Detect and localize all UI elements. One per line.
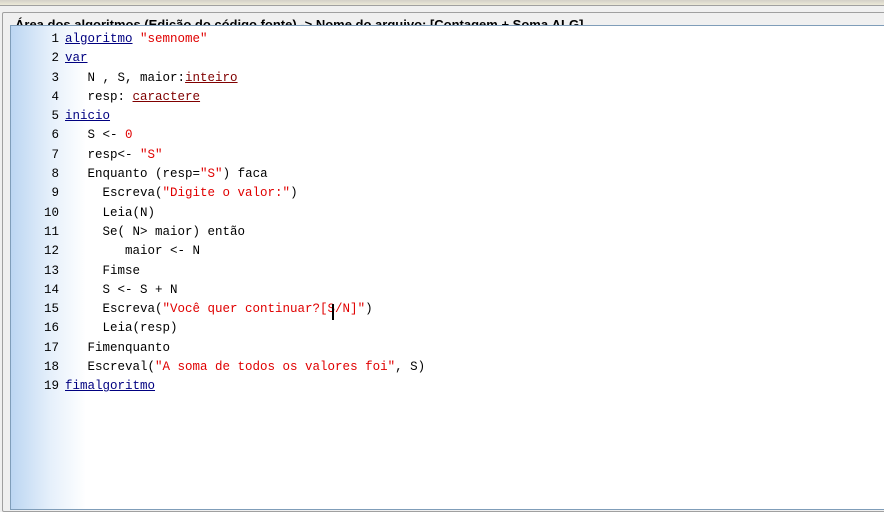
code-line[interactable]: 18 Escreval("A soma de todos os valores … <box>11 358 425 377</box>
line-number: 13 <box>43 263 59 278</box>
code-line[interactable]: 9 Escreva("Digite o valor:") <box>11 184 425 203</box>
code-token: Escreva( <box>102 186 163 201</box>
number-token: 0 <box>125 128 133 143</box>
code-token: Leia(resp) <box>102 321 178 336</box>
keyword-token: algoritmo <box>65 32 133 46</box>
string-token: "Digite o valor:" <box>162 186 291 201</box>
code-line[interactable]: 5 inicio <box>11 107 425 126</box>
code-lines: 1 algoritmo "semnome" 2 var 3 N , S, maior:i… <box>11 30 425 397</box>
code-line[interactable]: 6 S <- 0 <box>11 126 425 145</box>
code-line[interactable]: 17 Fimenquanto <box>11 339 425 358</box>
code-token: , S) <box>395 360 426 375</box>
string-token: "A soma de todos os valores foi" <box>155 360 396 375</box>
string-token: "S" <box>200 167 223 182</box>
text-caret <box>332 304 334 320</box>
line-number: 6 <box>51 128 59 143</box>
code-token: maior <- N <box>125 244 201 259</box>
line-number: 16 <box>43 321 59 336</box>
code-line[interactable]: 7 resp<- "S" <box>11 146 425 165</box>
line-number: 15 <box>43 302 59 317</box>
line-number: 10 <box>43 205 59 220</box>
code-line[interactable]: 2 var <box>11 49 425 68</box>
code-line[interactable]: 14 S <- S + N <box>11 281 425 300</box>
code-line[interactable]: 3 N , S, maior:inteiro <box>11 69 425 88</box>
line-number: 11 <box>43 224 59 239</box>
line-number: 18 <box>43 360 59 375</box>
code-token: Se( N> maior) então <box>102 224 246 239</box>
code-token: S <- S + N <box>102 282 178 297</box>
line-number: 5 <box>51 109 59 124</box>
code-line[interactable]: 19 fimalgoritmo <box>11 377 425 396</box>
code-line[interactable]: 15 Escreva("Você quer continuar?[S/N]") <box>11 300 425 319</box>
code-line[interactable]: 1 algoritmo "semnome" <box>11 30 425 49</box>
code-token: resp: <box>87 89 133 104</box>
line-number: 19 <box>43 379 59 394</box>
line-number: 1 <box>51 32 59 46</box>
code-line[interactable]: 12 maior <- N <box>11 242 425 261</box>
code-line[interactable]: 13 Fimse <box>11 262 425 281</box>
keyword-token: fimalgoritmo <box>65 379 156 394</box>
code-token: Fimenquanto <box>87 340 171 355</box>
code-token: Escreva( <box>102 302 163 317</box>
code-token: ) <box>365 302 373 317</box>
code-line[interactable]: 16 Leia(resp) <box>11 319 425 338</box>
type-token: caractere <box>132 89 201 104</box>
code-token: S <- <box>87 128 126 143</box>
line-number: 12 <box>43 244 59 259</box>
code-token: N , S, maior: <box>87 70 186 85</box>
code-token: ) faca <box>222 167 268 182</box>
line-number: 2 <box>51 51 59 66</box>
string-token: "Você quer continuar?[S/N]" <box>162 302 366 317</box>
code-line[interactable]: 8 Enquanto (resp="S") faca <box>11 165 425 184</box>
string-token: "semnome" <box>140 32 208 46</box>
code-token: Escreval( <box>87 360 156 375</box>
keyword-token: inicio <box>65 109 111 124</box>
window-top-strip <box>0 0 884 6</box>
type-token: inteiro <box>185 70 238 85</box>
code-token: ) <box>290 186 298 201</box>
line-number: 3 <box>51 70 59 85</box>
code-line[interactable]: 11 Se( N> maior) então <box>11 223 425 242</box>
line-number: 8 <box>51 167 59 182</box>
line-number: 7 <box>51 147 59 162</box>
line-number: 4 <box>51 89 59 104</box>
line-number: 14 <box>43 282 59 297</box>
string-token: "S" <box>140 147 163 162</box>
code-line[interactable]: 10 Leia(N) <box>11 204 425 223</box>
code-token: resp<- <box>87 147 141 162</box>
code-token: Fimse <box>102 263 141 278</box>
keyword-token: var <box>65 51 88 66</box>
line-number: 9 <box>51 186 59 201</box>
code-token: Enquanto (resp= <box>87 167 201 182</box>
code-editor[interactable]: 1 algoritmo "semnome" 2 var 3 N , S, maior:i… <box>10 25 884 510</box>
code-line[interactable]: 4 resp: caractere <box>11 88 425 107</box>
line-number: 17 <box>43 340 59 355</box>
code-token: Leia(N) <box>102 205 156 220</box>
